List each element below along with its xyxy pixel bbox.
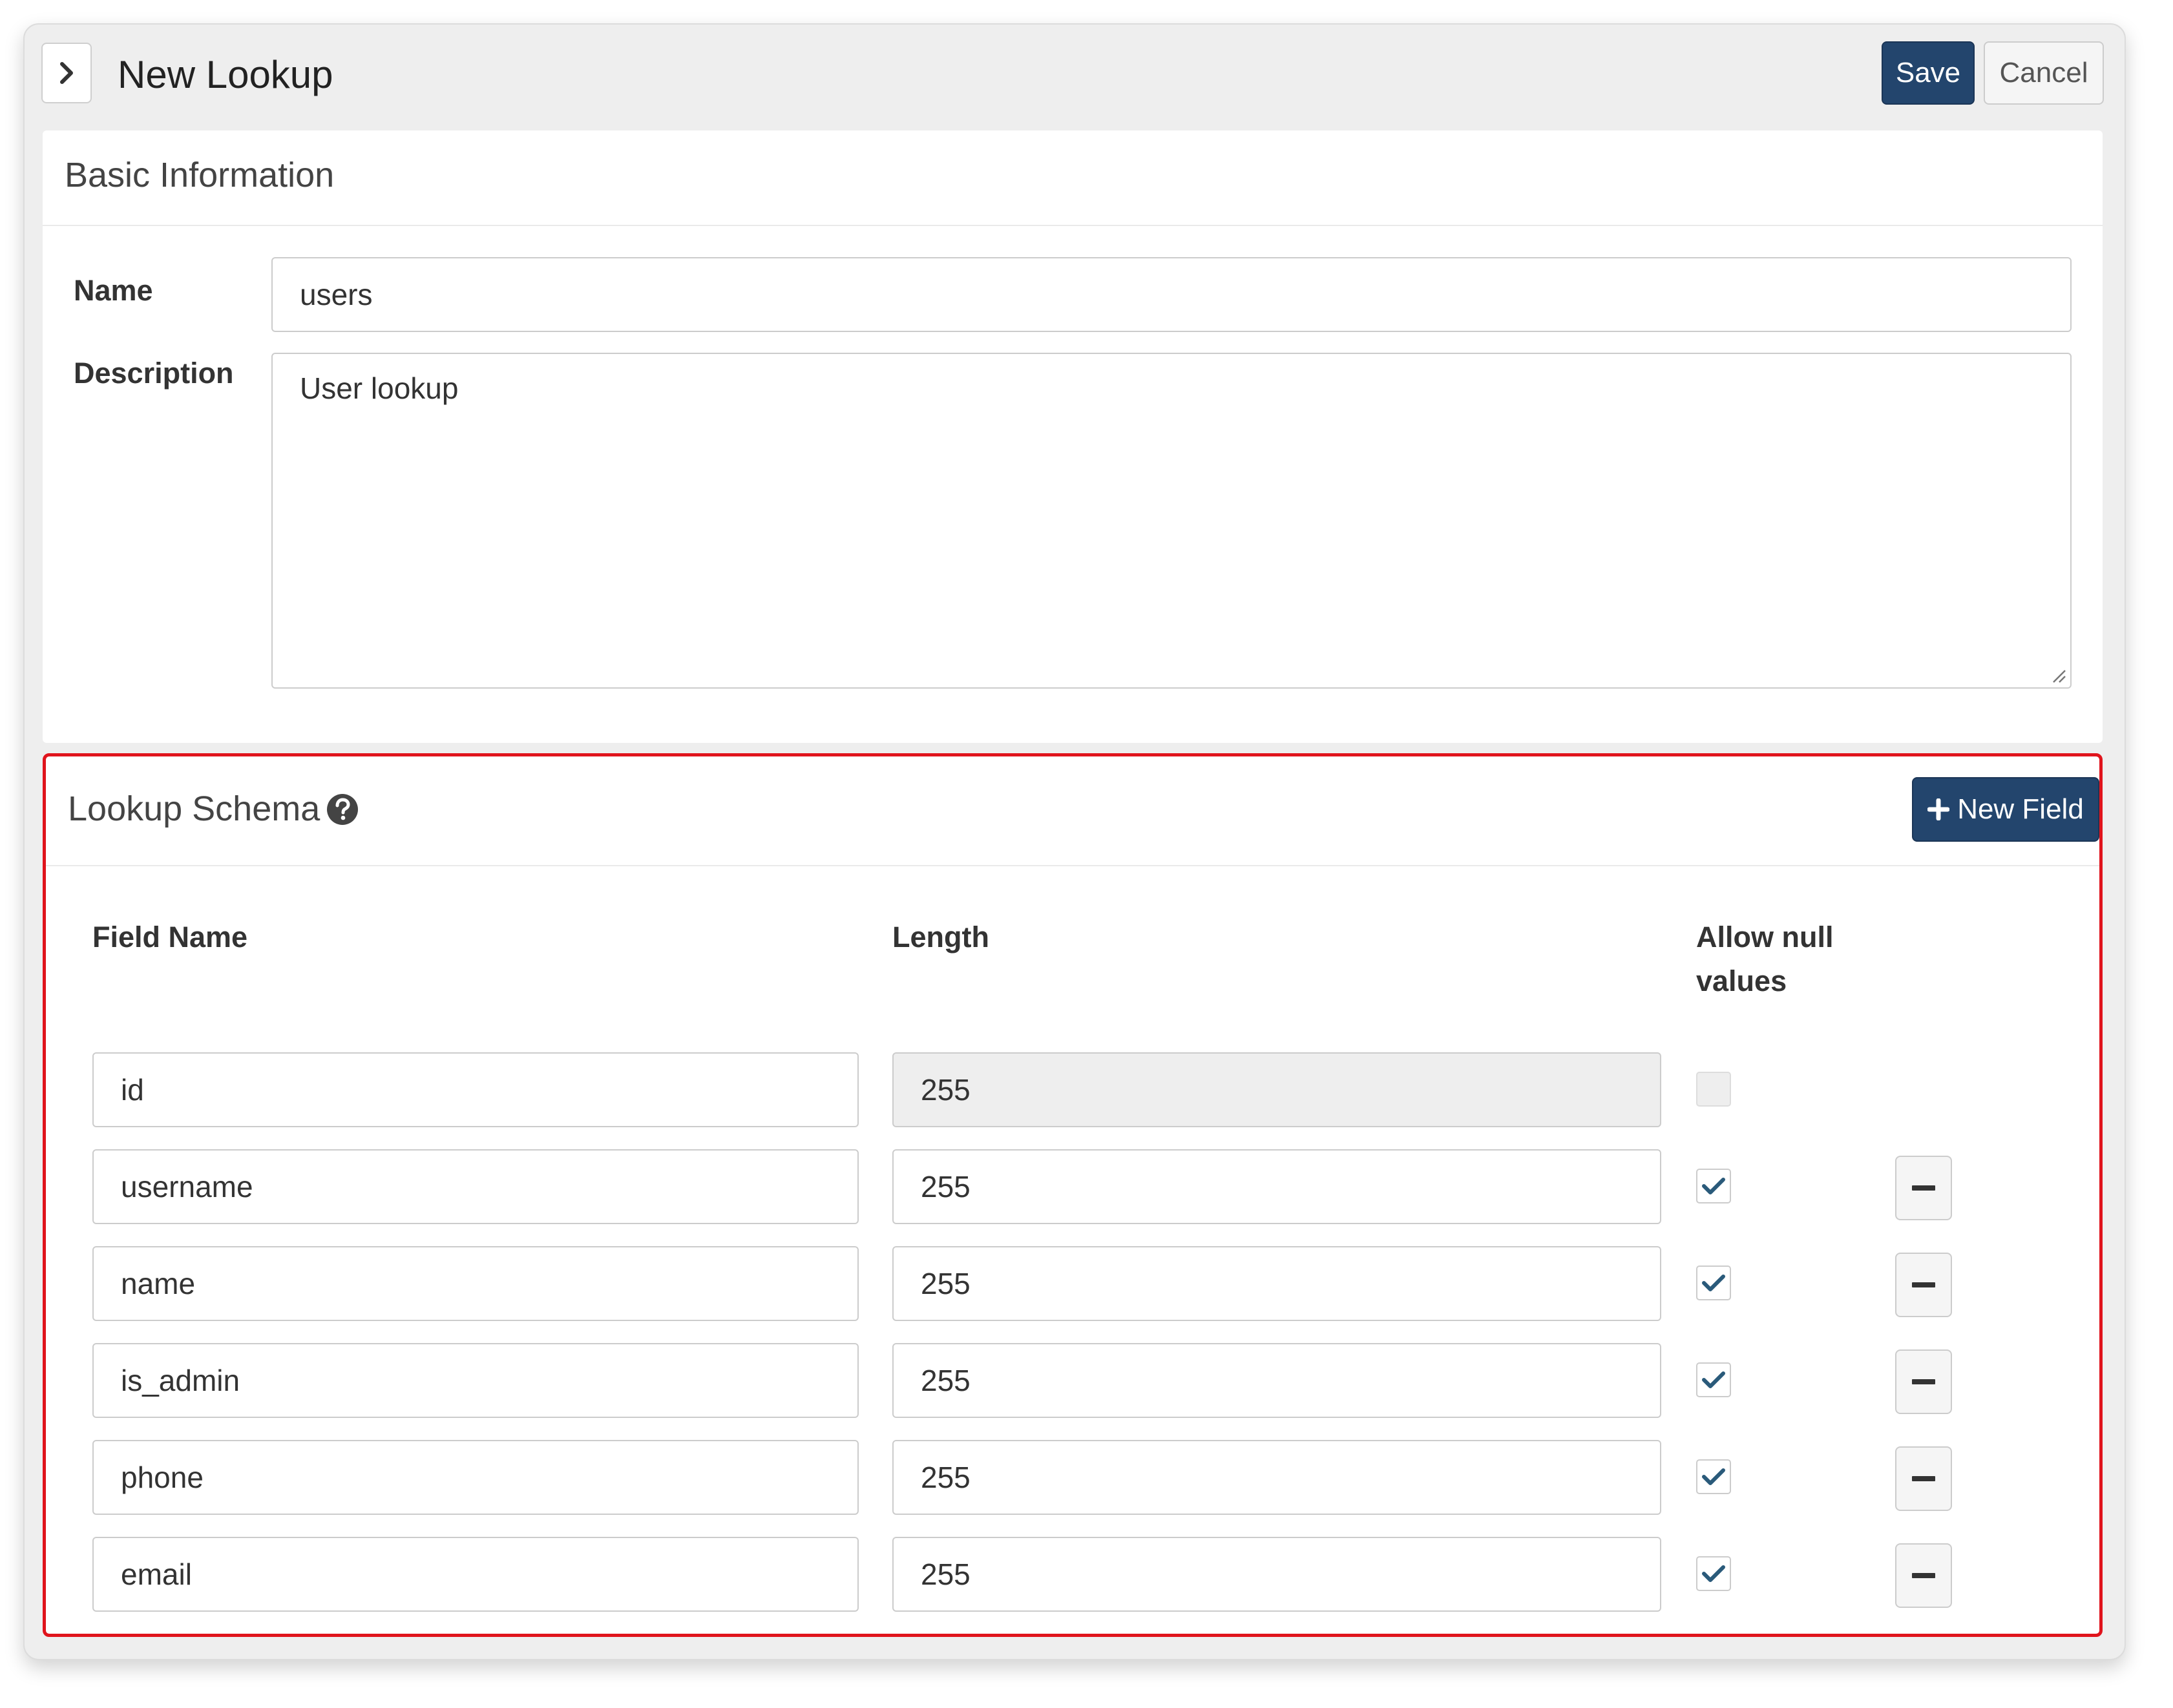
question-circle-icon[interactable] [326, 793, 359, 826]
column-header-field-name: Field Name [92, 921, 248, 953]
field-name-value: id [121, 1073, 144, 1107]
length-input[interactable]: 255 [892, 1343, 1661, 1418]
description-value: User lookup [300, 371, 459, 405]
allow-null-checkbox[interactable] [1696, 1169, 1731, 1203]
field-name-value: is_admin [121, 1364, 240, 1397]
length-input[interactable]: 255 [892, 1149, 1661, 1224]
save-button[interactable]: Save [1882, 41, 1975, 105]
name-label: Name [74, 274, 153, 307]
allow-null-checkbox [1696, 1072, 1731, 1107]
check-icon [1702, 1275, 1725, 1291]
cancel-button[interactable]: Cancel [1984, 41, 2104, 105]
panel-divider [43, 225, 2103, 226]
field-name-value: name [121, 1267, 196, 1300]
allow-null-checkbox[interactable] [1696, 1459, 1731, 1494]
check-icon [1702, 1565, 1725, 1582]
basic-information-panel: Basic Information Name users Description… [43, 130, 2103, 743]
minus-icon [1912, 1476, 1935, 1481]
field-name-input[interactable]: id [92, 1052, 859, 1127]
plus-icon [1927, 798, 1950, 820]
length-input[interactable]: 255 [892, 1246, 1661, 1321]
name-input-value: users [300, 278, 373, 311]
length-value: 255 [921, 1170, 971, 1203]
schema-row: name 255 [46, 1246, 2099, 1321]
length-input[interactable]: 255 [892, 1440, 1661, 1515]
name-input[interactable]: users [271, 257, 2072, 332]
field-name-input[interactable]: is_admin [92, 1343, 859, 1418]
chevron-right-icon [60, 62, 73, 84]
field-name-input[interactable]: username [92, 1149, 859, 1224]
length-value: 255 [921, 1267, 971, 1300]
resize-grip-icon[interactable] [2050, 667, 2066, 683]
field-name-value: email [121, 1557, 192, 1591]
field-name-input[interactable]: phone [92, 1440, 859, 1515]
header-bar: New Lookup Save Cancel [25, 25, 2125, 128]
schema-row: id 255 [46, 1052, 2099, 1127]
minus-icon [1912, 1379, 1935, 1384]
description-textarea[interactable]: User lookup [271, 353, 2072, 689]
schema-row: username 255 [46, 1149, 2099, 1224]
schema-row: email 255 [46, 1537, 2099, 1612]
field-name-input[interactable]: email [92, 1537, 859, 1612]
allow-null-checkbox[interactable] [1696, 1265, 1731, 1300]
column-header-length: Length [892, 921, 989, 953]
minus-icon [1912, 1573, 1935, 1578]
remove-field-button[interactable] [1895, 1543, 1952, 1608]
check-icon [1702, 1371, 1725, 1388]
allow-null-checkbox[interactable] [1696, 1362, 1731, 1397]
remove-field-button[interactable] [1895, 1253, 1952, 1317]
remove-field-button[interactable] [1895, 1349, 1952, 1414]
remove-field-button[interactable] [1895, 1446, 1952, 1511]
field-name-value: phone [121, 1461, 204, 1494]
panel-divider [46, 865, 2099, 866]
basic-information-title: Basic Information [65, 156, 335, 194]
length-value: 255 [921, 1461, 971, 1494]
column-header-allow-null: Allow null values [1696, 915, 1833, 1003]
minus-icon [1912, 1185, 1935, 1191]
new-field-label: New Field [1957, 793, 2084, 825]
allow-null-line-2: values [1696, 964, 1787, 997]
page-title: New Lookup [118, 53, 333, 96]
new-field-button[interactable]: New Field [1912, 777, 2099, 842]
description-label: Description [74, 357, 234, 390]
schema-row: is_admin 255 [46, 1343, 2099, 1418]
check-icon [1702, 1178, 1725, 1194]
length-value: 255 [921, 1557, 971, 1591]
remove-field-button[interactable] [1895, 1156, 1952, 1220]
length-value: 255 [921, 1073, 971, 1107]
minus-icon [1912, 1282, 1935, 1287]
field-name-value: username [121, 1170, 253, 1203]
lookup-editor-window: New Lookup Save Cancel Basic Information… [23, 23, 2126, 1660]
allow-null-checkbox[interactable] [1696, 1556, 1731, 1591]
check-icon [1702, 1468, 1725, 1485]
length-input[interactable]: 255 [892, 1537, 1661, 1612]
expand-button[interactable] [41, 43, 92, 103]
lookup-schema-panel: Lookup Schema New Field Field Name Lengt… [43, 753, 2103, 1637]
length-value: 255 [921, 1364, 971, 1397]
schema-row: phone 255 [46, 1440, 2099, 1515]
length-input: 255 [892, 1052, 1661, 1127]
lookup-schema-title: Lookup Schema [68, 789, 320, 828]
allow-null-line-1: Allow null [1696, 921, 1834, 953]
field-name-input[interactable]: name [92, 1246, 859, 1321]
